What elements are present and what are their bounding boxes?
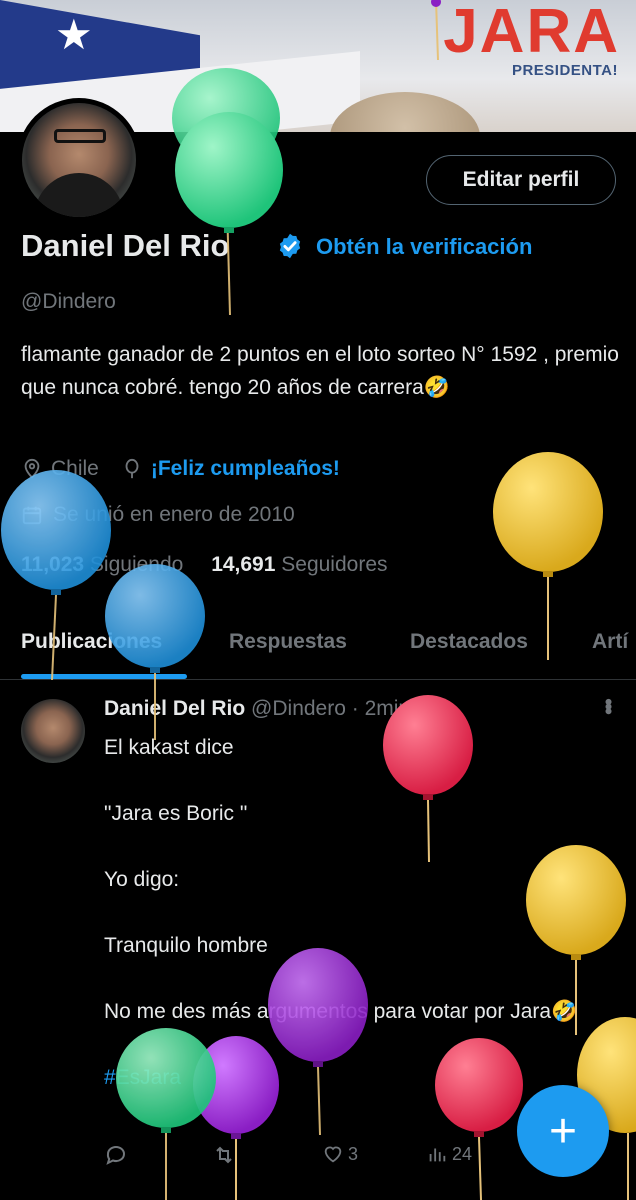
profile-name: Daniel Del Rio — [21, 228, 230, 263]
tweet-header: Daniel Del Rio @Dindero · 2min — [104, 697, 410, 721]
retweet-icon — [216, 1146, 232, 1164]
avatar-photo — [22, 103, 136, 217]
following-label: Siguiendo — [89, 553, 184, 576]
views-button[interactable]: 24 — [426, 1143, 472, 1165]
reply-icon — [106, 1146, 126, 1165]
tab-publicaciones[interactable]: Publicaciones — [21, 630, 162, 654]
tweet-author-name[interactable]: Daniel Del Rio — [104, 697, 245, 720]
tweet-line: "Jara es Boric " — [104, 802, 248, 825]
views-chart-icon — [429, 1148, 446, 1162]
followers-label: Seguidores — [281, 553, 388, 576]
verified-badge-icon[interactable] — [276, 232, 304, 260]
profile-tabs: Publicaciones Respuestas Destacados Artí — [0, 612, 636, 680]
follow-counts: 11,023 Siguiendo 14,691 Seguidores — [21, 553, 388, 577]
get-verified-link[interactable]: Obtén la verificación — [316, 234, 532, 260]
tweet-author-handle[interactable]: @Dindero — [251, 697, 346, 720]
like-button[interactable]: 3 — [322, 1143, 358, 1165]
profile-bio: flamante ganador de 2 puntos en el loto … — [21, 343, 619, 399]
profile-avatar[interactable] — [17, 98, 141, 222]
location-pin-icon — [24, 458, 40, 479]
tweet-hashtag[interactable]: #EsJara — [104, 1061, 604, 1094]
flag-star-icon: ★ — [55, 11, 93, 58]
compose-button[interactable]: + — [517, 1085, 609, 1177]
location-text: Chile — [51, 457, 99, 480]
birthday-text[interactable]: ¡Feliz cumpleaños! — [151, 457, 340, 481]
tab-destacados[interactable]: Destacados — [410, 630, 528, 654]
following-link[interactable]: 11,023 Siguiendo — [21, 553, 183, 576]
more-vertical-icon[interactable]: ••• — [595, 698, 621, 712]
banner-subline: PRESIDENTA! — [511, 62, 618, 79]
followers-link[interactable]: 14,691 Seguidores — [211, 553, 387, 576]
joined-row: Se unió en enero de 2010 — [21, 503, 295, 527]
banner-headline: JARA — [443, 0, 620, 66]
avatar-glasses — [54, 129, 106, 143]
profile-handle: @Dindero — [21, 290, 116, 313]
tweet-time[interactable]: · 2min — [352, 697, 410, 720]
tweet-line: Tranquilo hombre — [104, 934, 268, 957]
plus-icon: + — [548, 1104, 578, 1158]
reply-button[interactable] — [104, 1143, 128, 1167]
tweet-line: No me des más argumentos para votar por … — [104, 1000, 578, 1023]
followers-count: 14,691 — [211, 553, 276, 576]
tweet-text[interactable]: El kakast dice "Jara es Boric " Yo digo:… — [104, 731, 604, 1094]
tab-respuestas[interactable]: Respuestas — [229, 630, 347, 654]
retweet-button[interactable] — [212, 1143, 236, 1167]
tweet-line: Yo digo: — [104, 868, 180, 891]
profile-meta-row: Chile ¡Feliz cumpleaños! — [21, 457, 340, 481]
tweet-line: El kakast dice — [104, 736, 234, 759]
edit-profile-button[interactable]: Editar perfil — [426, 155, 616, 205]
like-count: 3 — [348, 1143, 359, 1164]
balloon-icon — [125, 458, 139, 479]
active-tab-indicator — [21, 674, 187, 679]
calendar-icon — [22, 506, 42, 525]
views-count: 24 — [452, 1143, 473, 1164]
tab-articulos[interactable]: Artí — [592, 630, 628, 654]
tweet-avatar[interactable] — [21, 699, 85, 763]
joined-text: Se unió en enero de 2010 — [53, 503, 295, 526]
following-count: 11,023 — [21, 553, 85, 576]
avatar-shirt — [34, 173, 124, 217]
heart-icon — [324, 1146, 342, 1163]
